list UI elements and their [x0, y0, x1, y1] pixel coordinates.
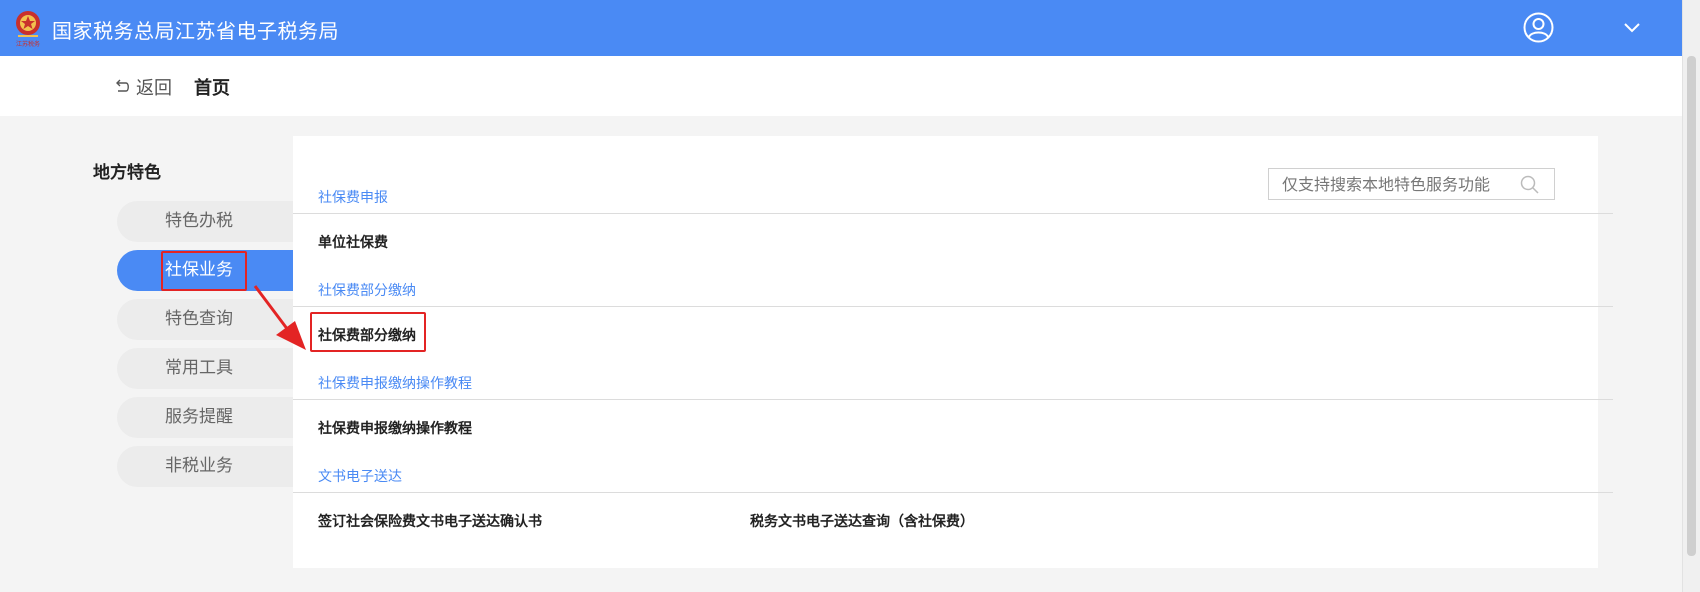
divider [293, 213, 1613, 214]
highlight-box-sidebar [161, 251, 247, 291]
sidebar-item-service-reminder[interactable]: 服务提醒 [117, 397, 307, 438]
search-box [1268, 168, 1555, 200]
tax-emblem-icon[interactable]: 江苏税务 [13, 8, 43, 48]
scrollbar-thumb[interactable] [1687, 56, 1696, 556]
main-panel: 社保费申报 单位社保费 社保费部分缴纳 社保费部分缴纳 社保费申报缴纳操作教程 … [293, 136, 1613, 568]
sidebar-item-common-tools[interactable]: 常用工具 [117, 348, 307, 389]
page-scrollbar[interactable] [1682, 0, 1700, 592]
service-sign-e-delivery-confirmation[interactable]: 签订社会保险费文书电子送达确认书 [318, 511, 542, 531]
breadcrumb-home[interactable]: 首页 [194, 74, 230, 100]
section-title-e-delivery: 文书电子送达 [318, 469, 402, 485]
sidebar-title: 地方特色 [93, 163, 161, 183]
divider [293, 306, 1613, 307]
app-title: 国家税务总局江苏省电子税务局 [52, 19, 339, 43]
divider [293, 492, 1613, 493]
back-label: 返回 [136, 78, 172, 99]
service-e-delivery-query[interactable]: 税务文书电子送达查询（含社保费） [750, 511, 974, 531]
annotation-arrow-icon [253, 285, 306, 350]
sidebar-item-special-tax[interactable]: 特色办税 [117, 201, 307, 242]
back-button[interactable]: 返回 [112, 74, 172, 100]
user-avatar-icon[interactable] [1523, 12, 1554, 43]
highlight-box-service [310, 312, 426, 352]
logo-caption: 江苏税务 [16, 40, 40, 48]
service-unit-social-fee[interactable]: 单位社保费 [318, 232, 388, 252]
back-arrow-icon [116, 79, 129, 92]
search-input[interactable] [1269, 169, 1519, 199]
breadcrumb: 返回 首页 [0, 56, 1682, 116]
search-icon[interactable] [1520, 175, 1540, 195]
sidebar-item-non-tax[interactable]: 非税业务 [117, 446, 307, 487]
divider [293, 399, 1613, 400]
service-tutorial[interactable]: 社保费申报缴纳操作教程 [318, 418, 472, 438]
chevron-down-icon[interactable] [1623, 19, 1641, 35]
top-header: 江苏税务 国家税务总局江苏省电子税务局 [0, 0, 1682, 56]
section-title-partial-payment: 社保费部分缴纳 [318, 283, 416, 299]
section-title-tutorial: 社保费申报缴纳操作教程 [318, 376, 472, 392]
section-title-social-declaration: 社保费申报 [318, 190, 388, 206]
